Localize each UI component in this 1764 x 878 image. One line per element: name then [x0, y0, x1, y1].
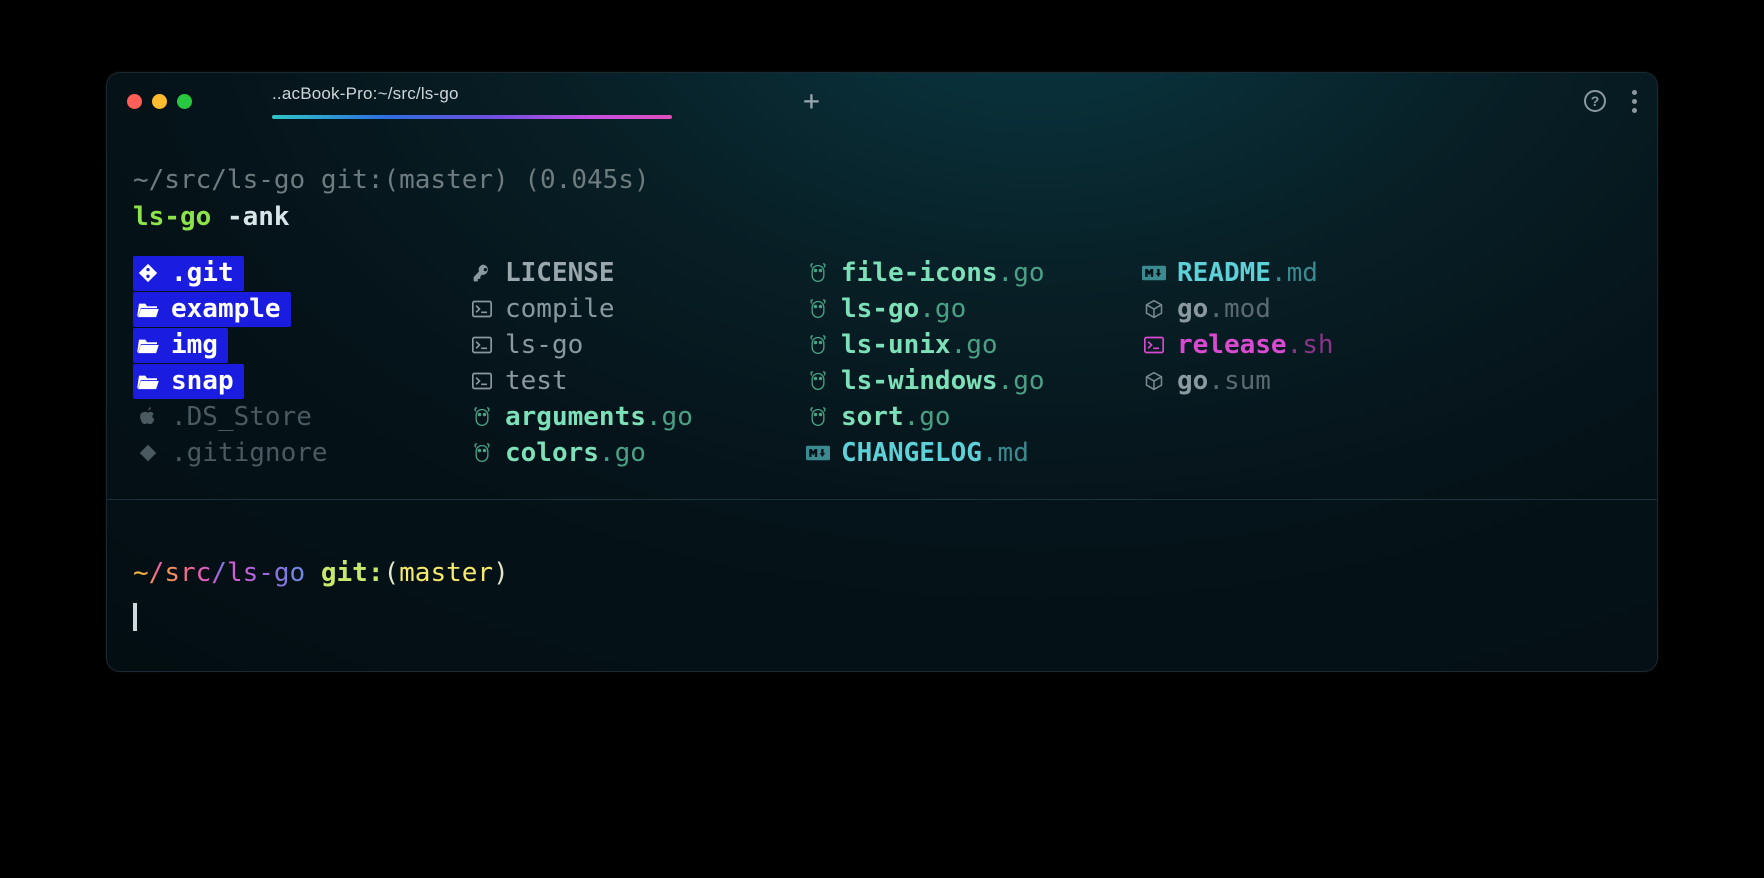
- terminal-icon: [1139, 336, 1169, 354]
- package-icon: [1139, 299, 1169, 319]
- prompt-git-label: git:: [321, 165, 384, 195]
- prompt-branch: (master): [383, 165, 508, 195]
- folder-open-icon: [133, 300, 163, 318]
- list-item: .git: [133, 255, 467, 291]
- command-name: ls-go: [133, 202, 211, 232]
- prompt-git-label: git:: [321, 556, 384, 591]
- maximize-icon[interactable]: [177, 94, 192, 109]
- package-icon: [1139, 371, 1169, 391]
- prompt-path: ~/src/ls-go: [133, 165, 305, 195]
- git-icon: [133, 263, 163, 283]
- list-item: sort.go: [803, 399, 1139, 435]
- gopher-icon: [803, 299, 833, 319]
- help-icon[interactable]: ?: [1584, 90, 1606, 112]
- close-icon[interactable]: [127, 94, 142, 109]
- list-item: compile: [467, 291, 803, 327]
- markdown-icon: [803, 445, 833, 461]
- tab-title: ..acBook-Pro:~/src/ls-go: [272, 83, 672, 106]
- traffic-lights: [127, 94, 192, 109]
- list-item: ls-windows.go: [803, 363, 1139, 399]
- list-item: LICENSE: [467, 255, 803, 291]
- prompt-timing: (0.045s): [524, 165, 649, 195]
- prompt-line: ~/src/ls-go git:(master): [133, 556, 1631, 591]
- key-icon: [467, 263, 497, 283]
- list-item: CHANGELOG.md: [803, 435, 1139, 471]
- gopher-icon: [467, 443, 497, 463]
- prompt-seg-lsgo: ls-go: [227, 556, 305, 591]
- prompt-tilde: ~: [133, 556, 149, 591]
- markdown-icon: [1139, 265, 1169, 281]
- new-tab-button[interactable]: +: [803, 87, 820, 115]
- list-item: file-icons.go: [803, 255, 1139, 291]
- list-item: ls-unix.go: [803, 327, 1139, 363]
- gopher-icon: [803, 371, 833, 391]
- terminal-pane-bottom[interactable]: ~/src/ls-go git:(master): [107, 500, 1657, 671]
- list-item: README.md: [1139, 255, 1334, 291]
- list-item: colors.go: [467, 435, 803, 471]
- titlebar: ..acBook-Pro:~/src/ls-go + ?: [107, 73, 1657, 129]
- cursor: [133, 603, 137, 631]
- list-item: arguments.go: [467, 399, 803, 435]
- terminal-icon: [467, 336, 497, 354]
- git-diamond-icon: [133, 444, 163, 462]
- terminal-window: ..acBook-Pro:~/src/ls-go + ? ~/src/ls-go…: [106, 72, 1658, 672]
- gopher-icon: [803, 335, 833, 355]
- file-listing: .gitexampleimgsnap.DS_Store.gitignore LIC…: [133, 255, 1631, 471]
- prompt-line: ~/src/ls-go git:(master) (0.045s): [133, 163, 1631, 198]
- folder-open-icon: [133, 336, 163, 354]
- apple-icon: [133, 407, 163, 427]
- menu-icon[interactable]: [1632, 90, 1637, 113]
- prompt-seg-src: src: [164, 556, 211, 591]
- list-item: .gitignore: [133, 435, 467, 471]
- list-item: ls-go: [467, 327, 803, 363]
- terminal-pane-top[interactable]: ~/src/ls-go git:(master) (0.045s) ls-go …: [107, 129, 1657, 499]
- list-item: .DS_Store: [133, 399, 467, 435]
- list-item: snap: [133, 363, 467, 399]
- prompt-branch: master: [399, 556, 493, 591]
- list-item: example: [133, 291, 467, 327]
- gopher-icon: [467, 407, 497, 427]
- gopher-icon: [803, 407, 833, 427]
- list-item: img: [133, 327, 467, 363]
- minimize-icon[interactable]: [152, 94, 167, 109]
- list-item: test: [467, 363, 803, 399]
- list-item: release.sh: [1139, 327, 1334, 363]
- list-item: go.sum: [1139, 363, 1334, 399]
- terminal-icon: [467, 300, 497, 318]
- terminal-icon: [467, 372, 497, 390]
- list-item: go.mod: [1139, 291, 1334, 327]
- command-args: -ank: [227, 202, 290, 232]
- tab[interactable]: ..acBook-Pro:~/src/ls-go: [272, 83, 672, 120]
- gopher-icon: [803, 263, 833, 283]
- list-item: ls-go.go: [803, 291, 1139, 327]
- tab-underline: [272, 115, 672, 119]
- folder-open-icon: [133, 372, 163, 390]
- command-line: ls-go -ank: [133, 200, 1631, 235]
